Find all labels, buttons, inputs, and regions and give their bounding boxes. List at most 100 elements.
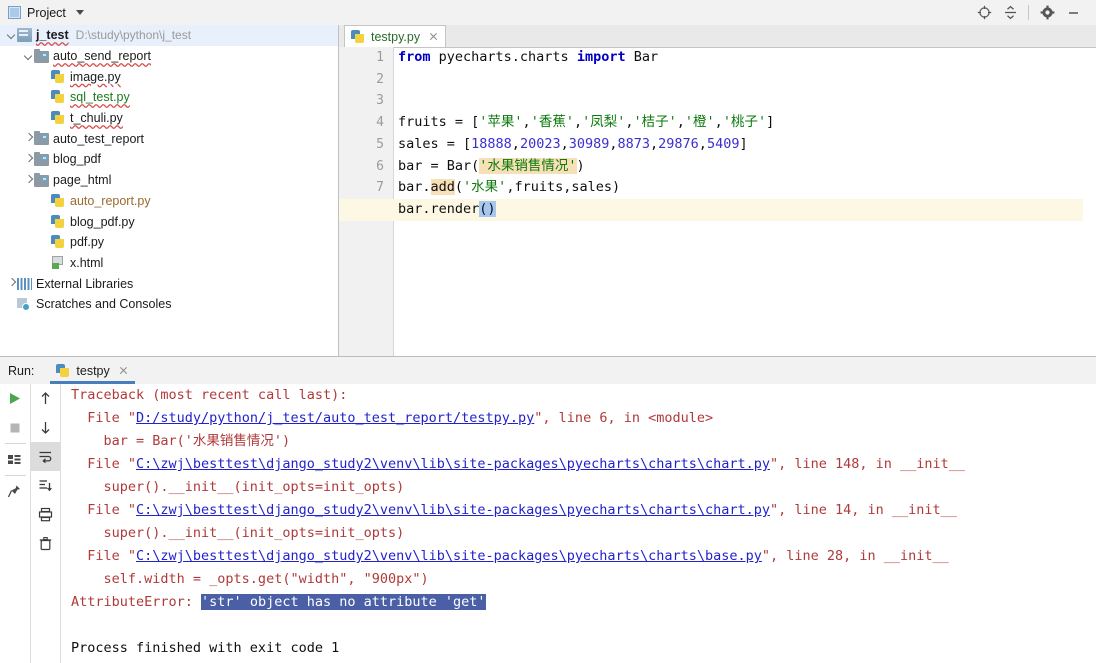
editor-tab-label: testpy.py — [371, 29, 421, 44]
minimize-icon[interactable] — [1060, 1, 1086, 25]
close-icon[interactable] — [428, 31, 439, 42]
chevron-right-icon[interactable] — [6, 278, 17, 289]
tree-item-label: page_html — [53, 173, 112, 188]
tree-item-t-chuli-py[interactable]: t_chuli.py — [0, 108, 338, 129]
chevron-right-icon[interactable] — [23, 175, 34, 186]
code-line[interactable] — [395, 69, 1096, 91]
code-token: fruits = [ — [398, 114, 480, 131]
code-token: ,fruits,sales) — [506, 179, 621, 196]
tree-arrow-placeholder — [40, 216, 51, 227]
restore-layout-button[interactable] — [0, 445, 29, 474]
project-tree[interactable]: j_test D:\study\python\j_test auto_send_re… — [0, 25, 339, 356]
scr-icon — [17, 297, 32, 311]
line-number: 3 — [376, 93, 384, 109]
tool-divider — [4, 475, 26, 476]
tree-item-pdf-py[interactable]: pdf.py — [0, 232, 338, 253]
code-token: , — [625, 114, 634, 131]
project-view-button[interactable]: Project — [0, 1, 90, 25]
console-output[interactable]: Traceback (most recent call last): File … — [61, 384, 1096, 663]
console-text: super().__init__(init_opts=init_opts) — [71, 525, 405, 541]
code-line[interactable]: sales = [18888,20023,30989,8873,29876,54… — [395, 134, 1096, 156]
soft-wrap-button[interactable] — [31, 442, 60, 471]
console-text: File " — [71, 410, 137, 426]
code-token: ) — [576, 157, 585, 174]
scroll-to-end-button[interactable] — [31, 471, 60, 500]
console-file-link[interactable]: C:\zwj\besttest\django_study2\venv\lib\s… — [136, 456, 770, 472]
line-number: 5 — [376, 136, 384, 152]
chevron-down-icon[interactable] — [6, 30, 17, 41]
console-line: File "D:/study/python/j_test/auto_test_r… — [61, 407, 1096, 430]
tree-item-sql-test-py[interactable]: sql_test.py — [0, 87, 338, 108]
run-panel-body: Traceback (most recent call last): File … — [0, 384, 1096, 663]
editor-scrollbar[interactable] — [1083, 50, 1096, 381]
tree-item-blog-pdf[interactable]: blog_pdf — [0, 149, 338, 170]
collapse-all-icon[interactable] — [997, 1, 1023, 25]
code-line[interactable]: from pyecharts.charts import Bar — [395, 47, 1096, 69]
chevron-right-icon[interactable] — [23, 154, 34, 165]
run-tab-testpy[interactable]: testpy — [50, 358, 135, 384]
clear-all-button[interactable] — [31, 529, 60, 558]
chevron-down-icon[interactable] — [75, 10, 84, 15]
tree-arrow-placeholder — [40, 92, 51, 103]
tree-item-auto-test-report[interactable]: auto_test_report — [0, 128, 338, 149]
console-line: File "C:\zwj\besttest\django_study2\venv… — [61, 545, 1096, 568]
console-text: File " — [71, 548, 137, 564]
console-file-link[interactable]: C:\zwj\besttest\django_study2\venv\lib\s… — [136, 502, 770, 518]
code-token: Bar — [633, 49, 659, 65]
tree-item-label: j_test — [36, 28, 69, 43]
code-token: '苹果' — [479, 114, 523, 131]
code-token: 18888 — [471, 135, 512, 152]
tree-item-label: sql_test.py — [70, 90, 130, 105]
console-text: ", line 14, in __init__ — [770, 502, 957, 518]
toolbar-divider — [1028, 5, 1029, 20]
tree-item-auto-send-report[interactable]: auto_send_report — [0, 46, 338, 67]
tree-item-label: auto_test_report — [53, 131, 145, 146]
tree-item-label: auto_report.py — [70, 193, 151, 208]
console-file-link[interactable]: C:\zwj\besttest\django_study2\venv\lib\s… — [136, 548, 762, 564]
code-line[interactable]: bar.render() — [395, 199, 1096, 221]
code-token: '桔子' — [633, 114, 677, 131]
code-line[interactable] — [395, 90, 1096, 112]
tree-item-image-py[interactable]: image.py — [0, 66, 338, 87]
down-arrow-button[interactable] — [31, 413, 60, 442]
code-token: , — [522, 114, 531, 131]
chevron-down-icon[interactable] — [23, 51, 34, 62]
up-arrow-button[interactable] — [31, 384, 60, 413]
tree-item-j-test[interactable]: j_test D:\study\python\j_test — [0, 25, 338, 46]
close-icon[interactable] — [118, 365, 129, 376]
tree-item-auto-report-py[interactable]: auto_report.py — [0, 191, 338, 212]
code-line[interactable]: bar = Bar('水果销售情况') — [395, 156, 1096, 178]
run-tab-label: testpy — [76, 363, 110, 378]
html-icon — [51, 256, 66, 270]
tree-item-external-libraries[interactable]: External Libraries — [0, 273, 338, 294]
tree-item-label: auto_send_report — [53, 49, 151, 64]
tree-item-page-html[interactable]: page_html — [0, 170, 338, 191]
folder-icon — [34, 172, 49, 187]
code-line[interactable]: fruits = ['苹果','香蕉','凤梨','桔子','橙','桃子'] — [395, 112, 1096, 134]
stop-button[interactable] — [0, 413, 29, 442]
editor-tab-testpy[interactable]: testpy.py — [344, 25, 447, 47]
code-token: import — [576, 49, 634, 65]
code-line[interactable]: bar.add('水果',fruits,sales) — [395, 177, 1096, 199]
tree-arrow-placeholder — [40, 237, 51, 248]
console-line: Traceback (most recent call last): — [61, 384, 1096, 407]
py-icon — [51, 214, 66, 229]
console-text: ", line 28, in __init__ — [761, 548, 949, 564]
console-line: bar = Bar('水果销售情况') — [61, 430, 1096, 453]
locate-icon[interactable] — [971, 1, 997, 25]
tree-item-blog-pdf-py[interactable]: blog_pdf.py — [0, 211, 338, 232]
settings-gear-icon[interactable] — [1034, 1, 1060, 25]
python-file-icon — [351, 29, 366, 44]
run-button[interactable] — [0, 384, 29, 413]
tree-item-x-html[interactable]: x.html — [0, 253, 338, 274]
code-area[interactable]: 12345678 from pyecharts.charts import Ba… — [339, 47, 1096, 356]
code-token: , — [650, 135, 659, 152]
console-text: File " — [71, 456, 137, 472]
console-file-link[interactable]: D:/study/python/j_test/auto_test_report/… — [136, 410, 534, 426]
print-button[interactable] — [31, 500, 60, 529]
chevron-right-icon[interactable] — [23, 133, 34, 144]
code-token: '水果' — [463, 179, 507, 196]
tree-item-scratches-and-consoles[interactable]: Scratches and Consoles — [0, 294, 338, 315]
code-token: ] — [766, 114, 775, 131]
pin-tab-button[interactable] — [0, 477, 29, 506]
